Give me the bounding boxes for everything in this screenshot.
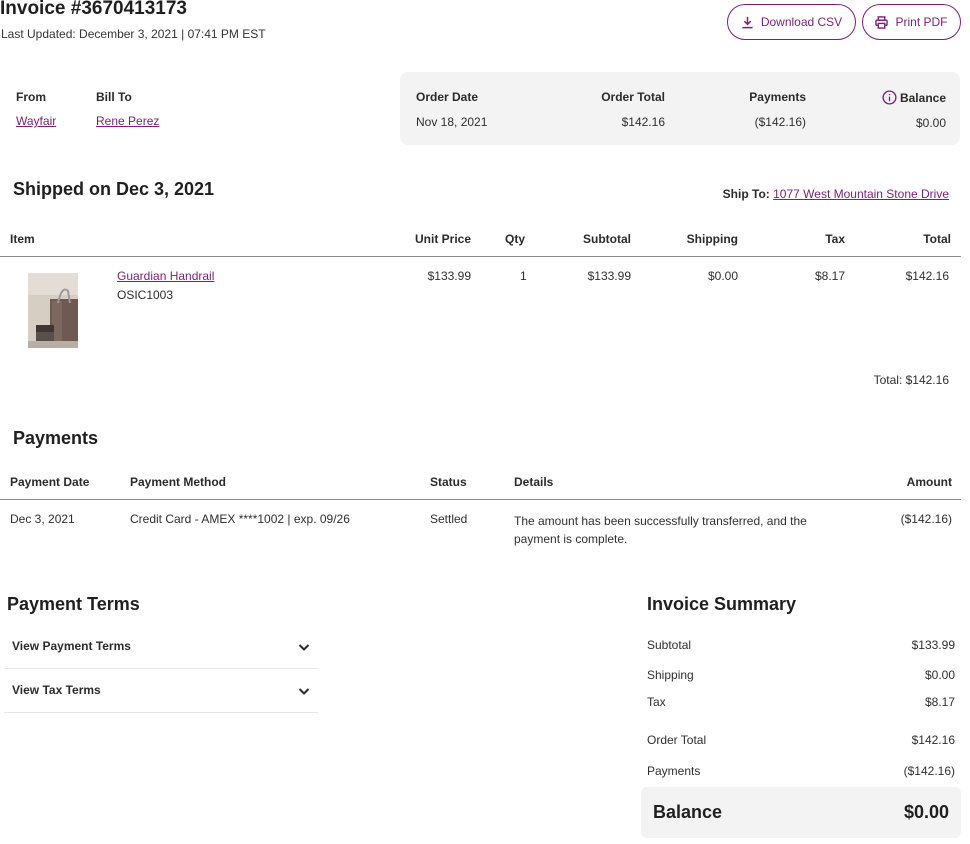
ship-to-address-link[interactable]: 1077 West Mountain Stone Drive (773, 187, 949, 201)
item-total: $142.16 (905, 269, 949, 283)
item-sku: OSIC1003 (117, 288, 174, 302)
balance-col: Balance $0.00 (882, 90, 946, 130)
balance-label: Balance (899, 90, 946, 105)
chevron-down-icon (298, 644, 310, 651)
col-qty: Qty (505, 232, 526, 246)
download-csv-button[interactable]: Download CSV (727, 4, 856, 40)
payment-status: Settled (430, 512, 468, 526)
download-csv-label: Download CSV (760, 15, 843, 29)
summary-payments-value: ($142.16) (903, 764, 955, 778)
chevron-down-icon (298, 688, 310, 695)
ship-to-label: Ship To: (722, 187, 770, 201)
summary-payments-label: Payments (647, 764, 701, 778)
col-unit-price: Unit Price (414, 232, 471, 246)
bill-to-label: Bill To (96, 90, 132, 104)
col-status: Status (430, 475, 467, 489)
summary-subtotal-label: Subtotal (647, 638, 692, 652)
print-pdf-button[interactable]: Print PDF (862, 4, 961, 40)
last-updated: Last Updated: December 3, 2021 | 07:41 P… (1, 27, 266, 41)
from-label: From (16, 90, 46, 104)
payment-details: The amount has been successfully transfe… (514, 512, 807, 548)
summary-tax-label: Tax (647, 695, 666, 709)
printer-icon (875, 15, 889, 29)
from-link[interactable]: Wayfair (16, 114, 56, 128)
bill-to-link[interactable]: Rene Perez (96, 114, 159, 128)
payments-value: ($142.16) (754, 115, 806, 129)
info-icon[interactable] (882, 90, 897, 105)
view-payment-terms-toggle[interactable]: View Payment Terms (4, 625, 318, 669)
shipment-title: Shipped on Dec 3, 2021 (13, 179, 215, 199)
payment-date: Dec 3, 2021 (10, 512, 75, 526)
summary-balance-value: $0.00 (903, 802, 949, 822)
balance-header: Balance (882, 90, 946, 105)
download-icon (742, 16, 753, 28)
order-date-col: Order Date Nov 18, 2021 (416, 90, 487, 129)
col-payment-method: Payment Method (130, 475, 227, 489)
shipment-total: Total: $142.16 (873, 373, 949, 387)
product-thumbnail[interactable] (28, 273, 78, 348)
summary-balance-label: Balance (653, 802, 723, 822)
view-payment-terms-label: View Payment Terms (12, 639, 131, 653)
item-qty: 1 (520, 269, 527, 283)
view-tax-terms-label: View Tax Terms (12, 683, 101, 697)
payment-terms-title: Payment Terms (7, 594, 140, 614)
ship-to: Ship To: 1077 West Mountain Stone Drive (723, 187, 949, 201)
summary-subtotal-value: $133.99 (911, 638, 955, 652)
invoice-title: Invoice #3670413173 (0, 0, 187, 19)
order-date-label: Order Date (416, 90, 479, 104)
summary-tax-value: $8.17 (924, 695, 955, 709)
payment-amount: ($142.16) (900, 512, 952, 526)
payments-title: Payments (13, 428, 99, 448)
payment-details-line2: payment is complete. (514, 532, 628, 546)
table-divider (0, 256, 961, 257)
col-payment-date: Payment Date (10, 475, 90, 489)
balance-value: $0.00 (915, 116, 946, 130)
col-shipping: Shipping (686, 232, 738, 246)
summary-order-total-value: $142.16 (911, 733, 955, 747)
summary-tax-row: Tax $8.17 (647, 695, 955, 709)
payments-label: Payments (749, 90, 806, 104)
order-total-col: Order Total $142.16 (601, 90, 665, 129)
invoice-summary-title: Invoice Summary (647, 594, 797, 614)
summary-order-total-label: Order Total (647, 733, 707, 747)
product-image (28, 273, 78, 348)
col-tax: Tax (825, 232, 845, 246)
summary-shipping-label: Shipping (647, 668, 694, 682)
item-subtotal: $133.99 (587, 269, 631, 283)
view-tax-terms-toggle[interactable]: View Tax Terms (4, 669, 318, 713)
order-total-label: Order Total (601, 90, 665, 104)
summary-order-total-row: Order Total $142.16 (647, 733, 955, 747)
col-subtotal: Subtotal (583, 232, 631, 246)
col-amount: Amount (906, 475, 952, 489)
payments-col: Payments ($142.16) (749, 90, 806, 129)
summary-shipping-value: $0.00 (924, 668, 955, 682)
item-unit-price: $133.99 (427, 269, 471, 283)
order-total-value: $142.16 (621, 115, 665, 129)
item-tax: $8.17 (814, 269, 845, 283)
col-total: Total (923, 232, 951, 246)
summary-payments-row: Payments ($142.16) (647, 764, 955, 778)
col-item: Item (10, 232, 35, 246)
payment-details-line1: The amount has been successfully transfe… (514, 514, 807, 528)
summary-shipping-row: Shipping $0.00 (647, 668, 955, 682)
order-summary-panel: Order Date Nov 18, 2021 Order Total $142… (400, 72, 960, 145)
item-shipping: $0.00 (707, 269, 738, 283)
summary-balance-panel: Balance $0.00 (641, 787, 961, 838)
payments-divider (0, 499, 961, 500)
summary-subtotal-row: Subtotal $133.99 (647, 638, 955, 652)
order-date-value: Nov 18, 2021 (416, 115, 488, 129)
print-pdf-label: Print PDF (895, 15, 948, 29)
payment-method: Credit Card - AMEX ****1002 | exp. 09/26 (130, 512, 350, 526)
col-details: Details (514, 475, 554, 489)
item-name-link[interactable]: Guardian Handrail (117, 269, 214, 283)
